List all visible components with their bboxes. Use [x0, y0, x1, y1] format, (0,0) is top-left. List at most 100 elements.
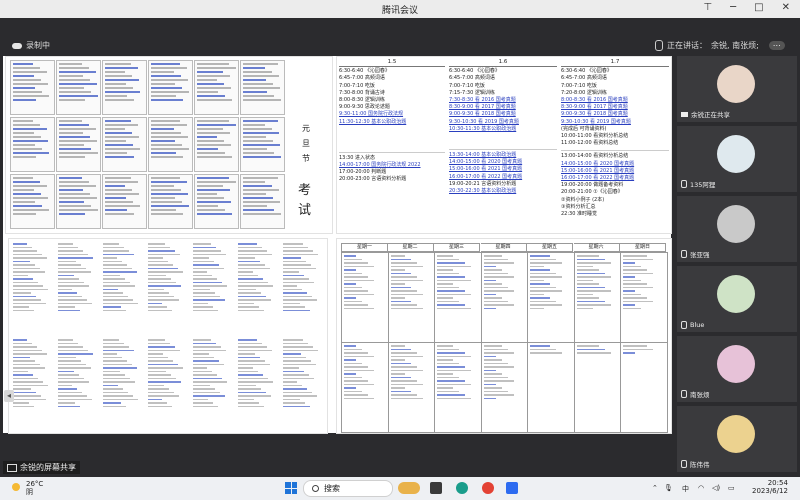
- participant-tile[interactable]: 135阿狸: [677, 126, 797, 192]
- pin-icon[interactable]: ⊤: [703, 2, 712, 13]
- schedule-line: 7:00-7:10 吃饭: [339, 82, 375, 89]
- schedule-column-2: 1.6 6:30-6:40 《沁园春》 6:45-7:00 高频词语 7:00-7:…: [449, 59, 557, 195]
- weekday-cell: [527, 342, 575, 433]
- participant-tile[interactable]: 南张烦: [677, 336, 797, 402]
- participant-tile[interactable]: Blue: [677, 266, 797, 332]
- weekday-cell: [341, 342, 389, 433]
- weekday-header: 星期二: [387, 243, 434, 252]
- food-widget-icon[interactable]: [398, 482, 420, 494]
- schedule-line: 13:30 进入状态: [339, 154, 375, 161]
- participant-tile[interactable]: 陈伟伟: [677, 406, 797, 472]
- week-list-cell: [101, 241, 144, 334]
- schedule-line: 13:00-14:00 看资料分析总结: [561, 153, 629, 160]
- microphone-icon: [681, 460, 687, 468]
- schedule-line: 7:20-8:00 逻辑训练: [561, 89, 607, 96]
- window-title-bar: 腾讯会议 ⊤ ─ □ ✕: [0, 0, 800, 18]
- volume-icon[interactable]: ◁): [712, 484, 720, 492]
- cloud-record-icon: [12, 42, 22, 49]
- month-thumbnail: [10, 117, 55, 172]
- weekday-cell: [573, 252, 621, 343]
- exam-char-1: 考: [298, 183, 312, 198]
- participant-name: 135阿狸: [681, 179, 715, 189]
- weekday-cell: [620, 252, 668, 343]
- month-thumbnail: [10, 60, 55, 115]
- speaking-indicator: 正在讲话： 余锐, 南张烦; ⋯: [655, 40, 785, 51]
- schedule-line: 20:00-21:00 ①《沁园春》: [561, 189, 623, 196]
- tray-chevron-icon[interactable]: ⌃: [652, 484, 658, 492]
- weekday-cell: [573, 342, 621, 433]
- start-button-icon[interactable]: [285, 482, 297, 494]
- week-list-cell: [56, 241, 99, 334]
- minimize-icon[interactable]: ─: [730, 2, 736, 13]
- participant-avatar: [717, 345, 755, 383]
- microphone-icon: [681, 250, 687, 258]
- recording-indicator[interactable]: 录制中: [12, 40, 50, 51]
- more-icon[interactable]: ⋯: [768, 41, 785, 50]
- month-thumbnail: [56, 174, 101, 229]
- participant-avatar: [717, 205, 755, 243]
- taskbar-clock[interactable]: 20:54 2023/6/12: [752, 479, 788, 495]
- col-header-1: 1.5: [339, 59, 445, 68]
- wifi-icon[interactable]: ◠: [698, 484, 704, 492]
- weekday-cell: [387, 252, 435, 343]
- doc-page-weekday-table: 星期一 星期二 星期三 星期四 星期五 星期六 星期日: [336, 238, 672, 434]
- participant-avatar: [717, 415, 755, 453]
- schedule-line: 11:00-12:00 看资料总结: [561, 140, 619, 147]
- schedule-line: 14:00-15:00 看 2020 国考真题: [561, 160, 635, 167]
- schedule-line: 9:30-10:30 看 2019 国考真题: [449, 118, 519, 125]
- month-thumbnail: [10, 174, 55, 229]
- microphone-icon: [655, 40, 663, 51]
- recording-label: 录制中: [26, 41, 50, 50]
- col-header-2: 1.6: [449, 59, 557, 68]
- weekday-cell: [387, 342, 435, 433]
- scroll-left-arrow-icon[interactable]: ◂: [4, 390, 14, 402]
- speaking-prefix: 正在讲话：: [667, 41, 707, 50]
- sun-icon: [12, 483, 20, 491]
- weekday-header: 星期日: [620, 243, 666, 252]
- month-thumbnail: [102, 174, 147, 229]
- participant-tile[interactable]: 余锐正在共享: [677, 56, 797, 122]
- week-list-cell: [56, 337, 99, 430]
- doc-page-daily-schedule: 1.5 6:30-6:40 《沁园春》 6:45-7:00 高频词语 7:00-7:…: [336, 56, 672, 234]
- schedule-line: 9:30-11:00 国务院行政法规: [339, 111, 404, 118]
- shared-screen[interactable]: 元 旦 节 考 试 1.5 6:30-6:40 《沁园春》 6:45-7:00 高…: [3, 56, 672, 434]
- tencent-meeting-icon[interactable]: [506, 482, 518, 494]
- search-icon: [312, 485, 319, 492]
- schedule-line: 20:00-23:00 言语资料分析题: [339, 176, 407, 183]
- close-icon[interactable]: ✕: [782, 2, 790, 13]
- schedule-line: 6:45-7:00 高频词语: [561, 75, 607, 82]
- schedule-line: 11:30-12:30 基本公职政治题: [339, 118, 407, 125]
- edge-browser-icon[interactable]: [456, 482, 468, 494]
- schedule-line: 15:00-16:00 看 2021 国考真题: [561, 167, 635, 174]
- participant-name-text: 陈伟伟: [690, 461, 710, 469]
- search-label: 搜索: [324, 484, 340, 493]
- weekday-header: 星期四: [480, 243, 527, 252]
- schedule-line: 9:30-10:30 看 2019 国考真题: [561, 118, 631, 125]
- schedule-line: 6:45-7:00 高频词语: [339, 75, 385, 82]
- chrome-icon[interactable]: [482, 482, 494, 494]
- participant-tile[interactable]: 张亚强: [677, 196, 797, 262]
- participant-name: 余锐正在共享: [681, 109, 730, 119]
- weekday-cell: [434, 342, 482, 433]
- schedule-line: ③资料分析汇总: [561, 203, 596, 210]
- battery-icon[interactable]: ▭: [728, 484, 735, 492]
- weather-widget[interactable]: 26°C 阴: [12, 480, 43, 496]
- week-list-cell: [146, 337, 189, 430]
- ime-indicator[interactable]: 中: [682, 484, 689, 494]
- weekday-cell: [341, 252, 389, 343]
- week-list-cell: [236, 241, 279, 334]
- participant-avatar: [717, 135, 755, 173]
- month-thumbnail: [148, 60, 193, 115]
- taskbar-search[interactable]: 搜索: [303, 480, 393, 497]
- month-thumbnail: [148, 174, 193, 229]
- participant-name-text: 南张烦: [690, 391, 710, 399]
- microphone-icon: [681, 321, 687, 329]
- screen-share-label: 余锐的屏幕共享: [3, 461, 80, 474]
- month-thumbnail: [240, 60, 285, 115]
- weekday-header: 星期一: [341, 243, 388, 252]
- task-view-icon[interactable]: [430, 482, 442, 494]
- participant-name-text: 余锐正在共享: [691, 111, 730, 119]
- participant-name: 南张烦: [681, 389, 710, 399]
- maximize-icon[interactable]: □: [754, 2, 763, 13]
- tray-mic-icon[interactable]: 🎙: [664, 484, 673, 492]
